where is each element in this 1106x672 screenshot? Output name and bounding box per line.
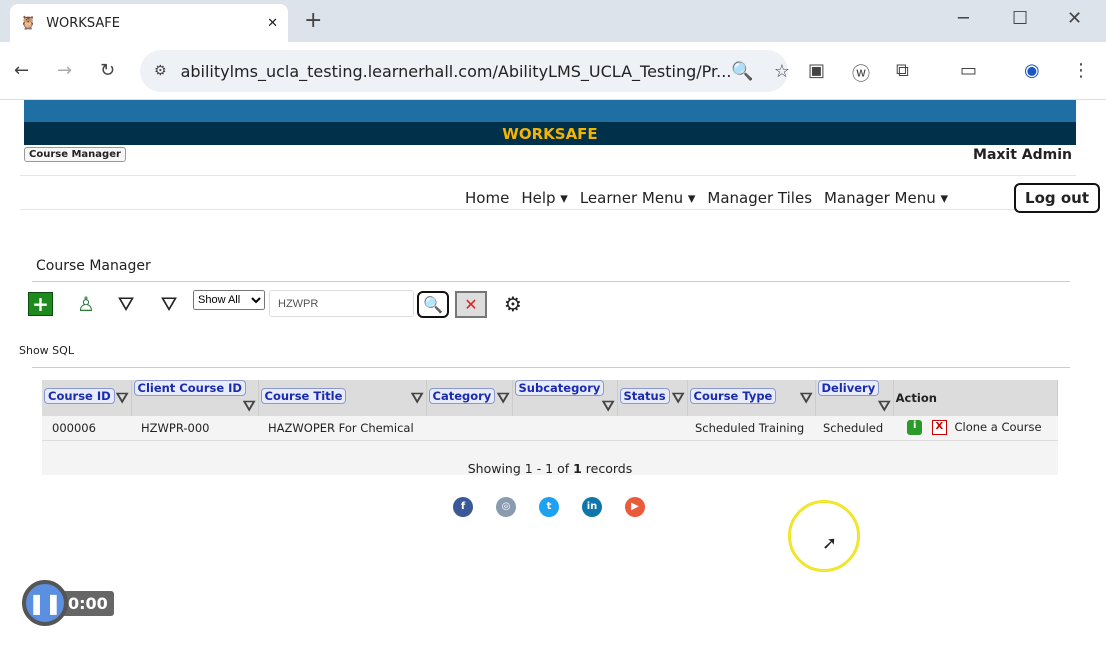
add-course-button[interactable]: +	[28, 292, 53, 316]
filter-icon[interactable]: ⛛	[602, 396, 615, 416]
course-manager-badge: Course Manager	[24, 147, 126, 162]
tab-search-icon[interactable]: ▭	[960, 60, 977, 81]
nav-help[interactable]: Help ▾	[521, 189, 568, 207]
twitter-icon[interactable]: t	[539, 497, 559, 517]
forward-icon[interactable]: →	[57, 60, 72, 81]
filter-icon[interactable]: ⛛	[116, 388, 129, 408]
sort-course-title[interactable]: Course Title	[260, 388, 347, 404]
course-title-link[interactable]: HAZWOPER For Chemical	[268, 421, 414, 435]
filter-icon[interactable]: ⛛	[672, 388, 685, 408]
pause-button[interactable]: ❚❚	[22, 580, 68, 626]
divider	[32, 281, 1070, 282]
nav-home[interactable]: Home	[465, 189, 509, 207]
cell-course-id: 000006	[42, 416, 131, 441]
close-window-icon[interactable]: ✕	[1067, 8, 1082, 29]
close-tab-icon[interactable]: ✕	[267, 16, 278, 31]
clear-search-button[interactable]: ✕	[455, 291, 487, 318]
nav-learner-menu[interactable]: Learner Menu ▾	[580, 189, 696, 207]
sort-delivery[interactable]: Delivery	[817, 380, 880, 396]
sort-course-id[interactable]: Course ID	[44, 388, 115, 404]
nav-menu: Home Help ▾ Learner Menu ▾ Manager Tiles…	[465, 183, 1100, 213]
sort-subcategory[interactable]: Subcategory	[514, 380, 605, 396]
user-name: Maxit Admin	[973, 147, 1072, 163]
profile-icon[interactable]: ◉	[1024, 60, 1040, 81]
banner-top	[24, 100, 1076, 122]
minimize-icon[interactable]: ─	[958, 8, 969, 29]
filter-icon[interactable]: ⛛	[411, 388, 424, 408]
action-header: Action	[895, 391, 937, 405]
extension-w-icon[interactable]: ⓦ	[852, 60, 870, 86]
clone-course-link[interactable]: Clone a Course	[954, 420, 1041, 434]
menu-icon[interactable]: ⋮	[1072, 60, 1090, 81]
info-icon[interactable]: i	[907, 420, 923, 436]
filter-icon[interactable]: ⛛	[800, 388, 813, 408]
page-title: Course Manager	[36, 258, 151, 274]
favicon-icon: 🦉	[20, 15, 37, 31]
cell-delivery: Scheduled	[815, 416, 894, 441]
record-count: 1	[573, 461, 582, 476]
filter-icon[interactable]: ⛛	[112, 290, 140, 318]
cell-course-type: Scheduled Training	[687, 416, 815, 441]
sort-client-course-id[interactable]: Client Course ID	[133, 380, 246, 396]
facebook-icon[interactable]: f	[453, 497, 473, 517]
table-header: Course ID ⛛ Client Course ID ⛛ Course Titl…	[42, 380, 1059, 416]
new-tab-icon[interactable]: +	[304, 8, 322, 33]
instagram-icon[interactable]: ◎	[496, 497, 516, 517]
records-summary: Showing 1 - 1 of 1 records	[42, 441, 1058, 476]
courses-table: Course ID ⛛ Client Course ID ⛛ Course Titl…	[42, 380, 1059, 441]
add-user-icon[interactable]: ♙	[72, 290, 100, 318]
tab-title: WORKSAFE	[46, 15, 120, 31]
reload-icon[interactable]: ↻	[100, 60, 115, 81]
add-filter-icon[interactable]: ⛛	[155, 290, 183, 318]
search-input[interactable]	[269, 290, 414, 317]
delete-icon[interactable]: X	[931, 420, 947, 436]
browser-tab[interactable]: 🦉 WORKSAFE ✕	[10, 4, 288, 42]
sort-course-type[interactable]: Course Type	[689, 388, 777, 404]
show-select[interactable]: Show All	[193, 290, 265, 310]
brand-banner: WORKSAFE	[24, 122, 1076, 145]
extension-icon[interactable]: ▣	[808, 60, 825, 81]
site-info-icon[interactable]: ⚙	[154, 63, 167, 79]
cell-category	[426, 416, 512, 441]
bookmark-star-icon[interactable]: ☆	[774, 61, 790, 82]
extensions-puzzle-icon[interactable]: ⧉	[896, 60, 909, 81]
back-icon[interactable]: ←	[14, 60, 29, 81]
recording-player: ❚❚ 0:00	[22, 580, 114, 626]
cell-subcategory	[512, 416, 617, 441]
youtube-icon[interactable]: ▶	[625, 497, 645, 517]
cell-client-id: HZWPR-000	[131, 416, 258, 441]
zoom-icon[interactable]: 🔍	[731, 61, 753, 82]
social-links: f ◎ t in ▶	[453, 497, 645, 517]
summary-text: records	[581, 461, 633, 476]
cell-status	[617, 416, 687, 441]
address-bar[interactable]: ⚙ abilitylms_ucla_testing.learnerhall.co…	[140, 50, 790, 92]
divider	[32, 367, 1070, 368]
settings-edit-icon[interactable]: ⚙	[499, 290, 527, 318]
recording-time: 0:00	[62, 590, 114, 616]
show-sql-link[interactable]: Show SQL	[19, 344, 74, 357]
summary-text: Showing 1 - 1 of	[467, 461, 574, 476]
sort-category[interactable]: Category	[428, 388, 496, 404]
filter-icon[interactable]: ⛛	[243, 396, 256, 416]
nav-manager-menu[interactable]: Manager Menu ▾	[824, 189, 948, 207]
search-button[interactable]: 🔍	[417, 291, 449, 318]
maximize-icon[interactable]: ☐	[1012, 8, 1028, 29]
filter-icon[interactable]: ⛛	[497, 388, 510, 408]
mouse-cursor-icon: ➚	[822, 533, 838, 554]
url-text: abilitylms_ucla_testing.learnerhall.com/…	[180, 61, 732, 81]
linkedin-icon[interactable]: in	[582, 497, 602, 517]
nav-manager-tiles[interactable]: Manager Tiles	[707, 189, 812, 207]
filter-icon[interactable]: ⛛	[878, 396, 891, 416]
table-row: 000006 HZWPR-000 HAZWOPER For Chemical S…	[42, 416, 1058, 441]
sort-status[interactable]: Status	[619, 388, 670, 404]
logout-button[interactable]: Log out	[1014, 183, 1100, 213]
